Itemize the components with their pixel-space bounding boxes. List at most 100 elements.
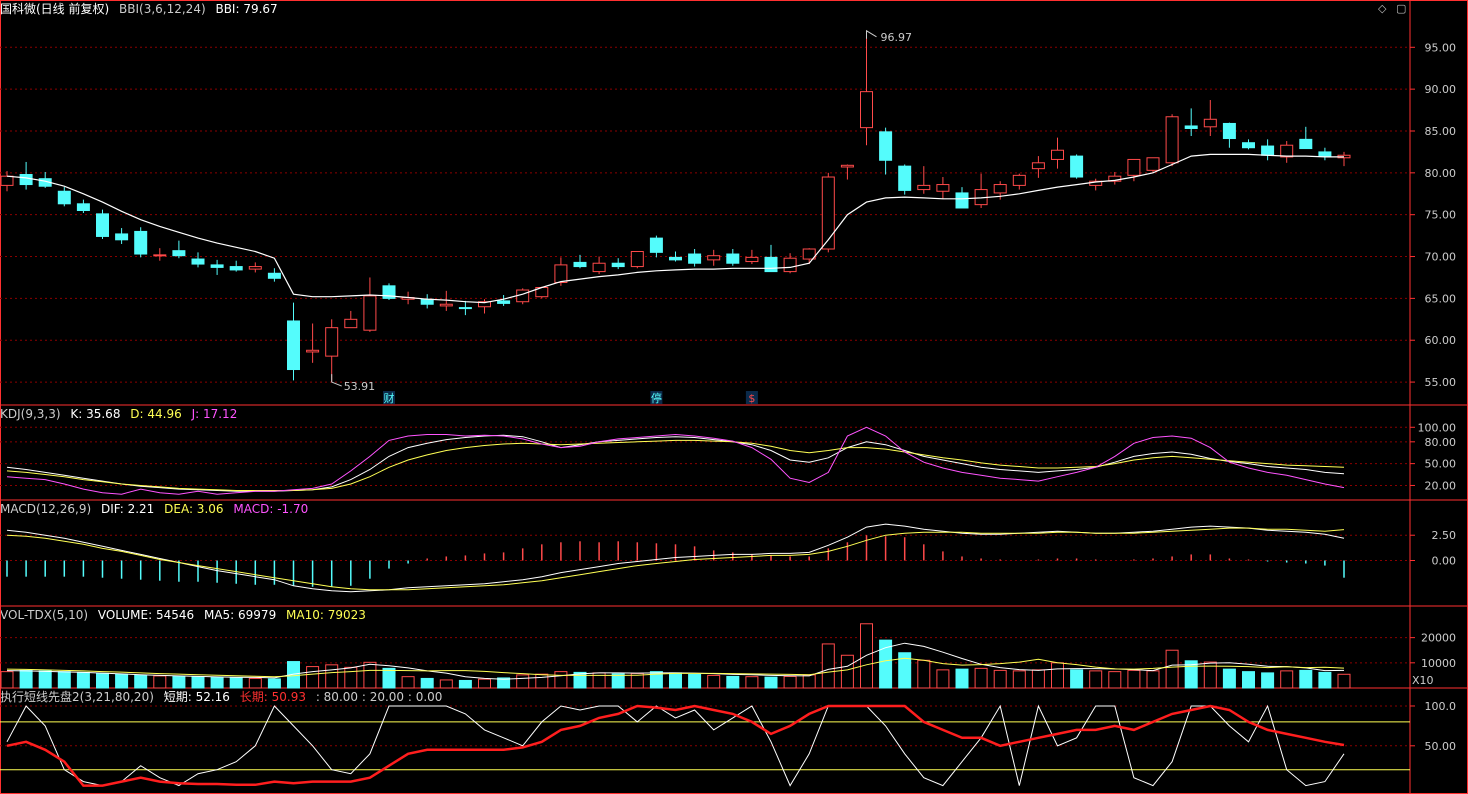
volume-bar xyxy=(210,676,224,689)
vol-axis-tick-label: 10000 xyxy=(1421,657,1456,670)
candle-body xyxy=(917,184,931,191)
low-price-pointer xyxy=(331,374,342,387)
candle-body xyxy=(306,349,320,353)
volume-bar xyxy=(669,672,682,689)
volume-bar xyxy=(248,677,262,689)
volume-bar xyxy=(516,674,530,689)
volume-bar xyxy=(554,671,568,689)
bbi-line xyxy=(6,153,1344,304)
price-axis-tick-label: 75.00 xyxy=(1425,209,1457,222)
candle-body xyxy=(287,320,300,371)
candle-body xyxy=(630,251,644,268)
candle-body xyxy=(879,131,893,161)
macd-axis-tick-label: 2.50 xyxy=(1432,529,1457,542)
stock-chart-canvas[interactable]: 95.00 90.00 85.00 80.00 75.00 70.00 65.00 60.00… xyxy=(0,0,1468,794)
candle-body xyxy=(439,303,453,307)
volume-bar xyxy=(1089,670,1103,689)
candle-body xyxy=(573,261,587,268)
candle-body xyxy=(955,192,969,209)
candle-body xyxy=(745,256,759,263)
volume-bar xyxy=(745,676,759,689)
kdj-j-line xyxy=(6,426,1345,495)
volume-bar xyxy=(96,672,109,689)
volume-bar xyxy=(611,673,625,689)
volume-bar xyxy=(783,675,797,689)
volume-bar xyxy=(267,678,281,689)
kdj-axis-tick-label: 20.00 xyxy=(1425,479,1457,492)
macd-dif-line xyxy=(6,523,1345,593)
volume-bar xyxy=(306,666,320,689)
candle-body xyxy=(688,253,702,264)
candle-body xyxy=(1146,157,1160,171)
volume-bar xyxy=(1070,669,1084,689)
candle-body xyxy=(76,203,90,212)
custom-axis-tick-label: 100.0 xyxy=(1425,700,1457,713)
candle-body xyxy=(96,213,109,237)
volume-bar xyxy=(153,675,167,689)
candle-body xyxy=(57,190,71,205)
volume-bar xyxy=(1165,649,1179,689)
volume-bar xyxy=(191,676,205,689)
volume-bar xyxy=(1318,671,1332,689)
candle-body xyxy=(458,307,472,310)
volume-bar xyxy=(726,675,740,689)
candle-body xyxy=(267,272,281,279)
volume-bar xyxy=(458,679,472,689)
volume-bar xyxy=(840,654,854,689)
candle-body xyxy=(993,184,1007,194)
volume-bar xyxy=(57,671,71,689)
candle-body xyxy=(821,176,835,250)
candle-body xyxy=(134,230,148,255)
volume-bar xyxy=(363,661,377,689)
volume-bar xyxy=(134,674,148,689)
volume-bar xyxy=(707,674,721,689)
price-axis-tick-label: 90.00 xyxy=(1425,83,1457,96)
custom-axis-tick-label: 50.00 xyxy=(1425,740,1457,753)
volume-bar xyxy=(0,671,14,689)
candle-body xyxy=(1051,149,1064,160)
price-axis-tick-label: 60.00 xyxy=(1425,334,1457,347)
candle-body xyxy=(592,262,606,273)
volume-bar xyxy=(1051,662,1064,689)
volume-bar xyxy=(172,675,186,689)
candle-body xyxy=(172,250,186,257)
volume-bar xyxy=(76,671,90,689)
volume-bar xyxy=(38,670,52,689)
event-marker-label: $ xyxy=(748,392,755,405)
volume-bar xyxy=(1242,671,1255,689)
volume-bar xyxy=(974,667,988,689)
candle-body xyxy=(497,300,511,304)
candle-body xyxy=(669,256,682,261)
kdj-axis-tick-label: 80.00 xyxy=(1425,436,1457,449)
candle-body xyxy=(707,255,721,261)
candle-body xyxy=(783,257,797,273)
candle-body xyxy=(344,318,358,329)
volume-bar xyxy=(1337,673,1351,689)
volume-bar xyxy=(344,666,358,689)
volume-bar xyxy=(917,659,931,689)
volume-bar xyxy=(860,623,873,689)
volume-bar xyxy=(439,679,453,689)
volume-bar xyxy=(401,676,415,689)
candle-body xyxy=(860,91,873,129)
volume-bar xyxy=(802,674,816,689)
candle-body xyxy=(1222,122,1236,140)
volume-bar xyxy=(115,673,129,689)
candle-body xyxy=(936,184,950,192)
candle-body xyxy=(1031,162,1045,170)
candle-body xyxy=(363,295,377,331)
volume-bar xyxy=(420,677,434,689)
candle-body xyxy=(1203,118,1217,128)
macd-axis-tick-label: 0.00 xyxy=(1432,555,1457,568)
volume-bar xyxy=(1108,671,1122,689)
volume-bar xyxy=(478,678,491,689)
candle-body xyxy=(229,266,243,271)
candle-body xyxy=(1280,144,1294,158)
candle-body xyxy=(1070,155,1084,178)
kdj-d-line xyxy=(6,439,1345,491)
kdj-axis-tick-label: 50.00 xyxy=(1425,458,1457,471)
volume-bar xyxy=(1261,672,1275,689)
candle-body xyxy=(0,175,14,186)
volume-bar xyxy=(1012,670,1026,689)
candle-body xyxy=(248,266,262,270)
